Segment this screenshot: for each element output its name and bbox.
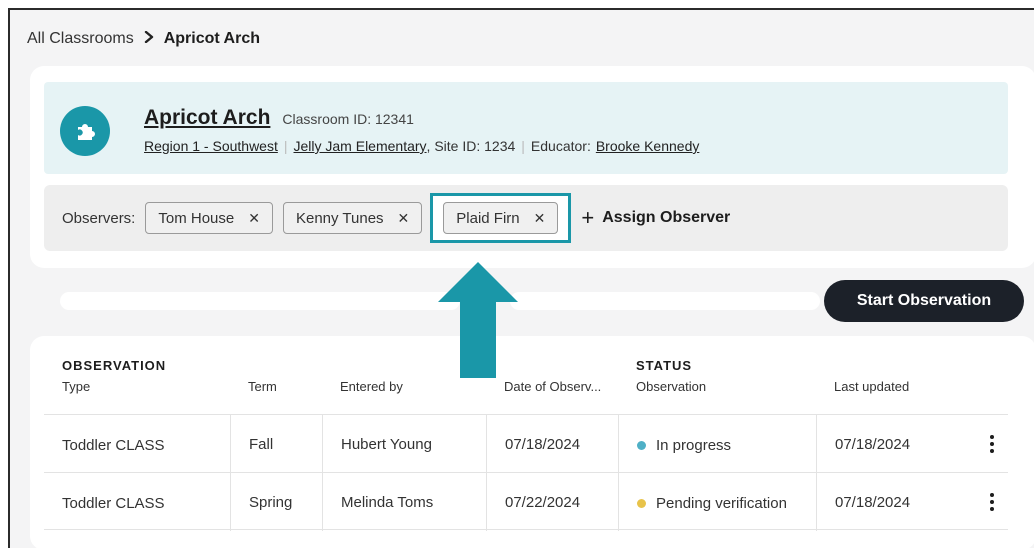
assign-observer-label: Assign Observer bbox=[602, 209, 731, 226]
cell-date: 07/18/2024 bbox=[486, 415, 618, 473]
puzzle-icon bbox=[60, 106, 110, 156]
cell-term: Fall bbox=[230, 415, 322, 473]
column-header-status[interactable]: STATUS Observation bbox=[636, 358, 706, 394]
meta-divider: | bbox=[521, 138, 525, 154]
cell-entered-by: Melinda Toms bbox=[322, 473, 486, 531]
classroom-banner: Apricot Arch Classroom ID: 12341 Region … bbox=[44, 82, 1008, 174]
placeholder-bar bbox=[510, 292, 820, 310]
cell-date: 07/22/2024 bbox=[486, 473, 618, 531]
status-dot-in-progress bbox=[637, 441, 646, 450]
close-icon[interactable]: ✕ bbox=[534, 210, 546, 227]
classroom-title-row: Apricot Arch Classroom ID: 12341 bbox=[144, 106, 414, 130]
close-icon[interactable]: ✕ bbox=[398, 210, 410, 227]
observer-chip-label: Tom House bbox=[158, 209, 235, 227]
observer-chip-label: Kenny Tunes bbox=[295, 209, 384, 227]
assign-observer-button[interactable]: + Assign Observer bbox=[581, 207, 730, 229]
observer-chip-label: Plaid Firn bbox=[456, 209, 520, 227]
arrow-up-icon bbox=[438, 262, 518, 378]
observers-label: Observers: bbox=[62, 209, 136, 227]
column-header-last-updated[interactable]: Last updated bbox=[834, 358, 909, 394]
table-row[interactable]: Toddler CLASS Fall Hubert Young 07/18/20… bbox=[44, 414, 1008, 473]
cell-entered-by: Hubert Young bbox=[322, 415, 486, 473]
educator-label: Educator: bbox=[530, 138, 591, 154]
status-dot-pending bbox=[637, 499, 646, 508]
app-frame: All Classrooms Apricot Arch Apricot Arch… bbox=[8, 8, 1034, 548]
breadcrumb-all-classrooms[interactable]: All Classrooms bbox=[27, 30, 134, 48]
educator-link[interactable]: Brooke Kennedy bbox=[596, 138, 700, 154]
plus-icon: + bbox=[581, 205, 595, 230]
group-header-observation: OBSERVATION bbox=[62, 358, 167, 373]
classroom-meta: Region 1 - Southwest | Jelly Jam Element… bbox=[144, 138, 699, 154]
cell-status: In progress bbox=[618, 415, 816, 473]
column-header-term[interactable]: Term bbox=[248, 358, 277, 394]
observer-chip: Tom House ✕ bbox=[145, 202, 273, 234]
table-body: Toddler CLASS Fall Hubert Young 07/18/20… bbox=[44, 414, 1008, 531]
classroom-card: Apricot Arch Classroom ID: 12341 Region … bbox=[30, 66, 1034, 268]
cell-last-updated: 07/18/2024 bbox=[816, 473, 976, 531]
start-observation-button[interactable]: Start Observation bbox=[824, 280, 1024, 322]
observations-table: OBSERVATION Type Term Entered by Date of… bbox=[30, 336, 1034, 548]
breadcrumb: All Classrooms Apricot Arch bbox=[27, 30, 260, 48]
school-link[interactable]: Jelly Jam Elementary bbox=[294, 138, 427, 154]
classroom-name[interactable]: Apricot Arch bbox=[144, 106, 270, 130]
cell-term: Spring bbox=[230, 473, 322, 531]
table-header: OBSERVATION Type Term Entered by Date of… bbox=[30, 358, 1034, 412]
meta-divider: | bbox=[283, 138, 288, 154]
chevron-right-icon bbox=[144, 30, 154, 48]
close-icon[interactable]: ✕ bbox=[248, 210, 260, 227]
site-id: , Site ID: 1234 bbox=[426, 138, 516, 154]
cell-status: Pending verification bbox=[618, 473, 816, 531]
more-vertical-icon[interactable] bbox=[976, 415, 1008, 473]
column-header-entered-by[interactable]: Entered by bbox=[340, 358, 403, 394]
table-row[interactable]: Toddler CLASS Spring Melinda Toms 07/22/… bbox=[44, 472, 1008, 531]
placeholder-bar bbox=[60, 292, 460, 310]
observer-chip: Plaid Firn ✕ bbox=[443, 202, 559, 234]
cell-last-updated: 07/18/2024 bbox=[816, 415, 976, 473]
breadcrumb-current: Apricot Arch bbox=[163, 30, 260, 47]
status-text: In progress bbox=[656, 437, 732, 454]
cell-type: Toddler CLASS bbox=[62, 495, 165, 512]
observer-chip: Kenny Tunes ✕ bbox=[282, 202, 423, 234]
column-header-type[interactable]: OBSERVATION Type bbox=[62, 358, 166, 394]
cell-type: Toddler CLASS bbox=[62, 437, 165, 454]
group-header-status: STATUS bbox=[636, 358, 693, 373]
region-link[interactable]: Region 1 - Southwest bbox=[144, 138, 278, 154]
highlight-box: Plaid Firn ✕ bbox=[430, 193, 572, 243]
classroom-id: Classroom ID: 12341 bbox=[282, 111, 414, 127]
column-header-date[interactable]: Date of Observ... bbox=[504, 358, 601, 394]
status-text: Pending verification bbox=[656, 495, 787, 512]
observers-bar: Observers: Tom House ✕ Kenny Tunes ✕ Pla… bbox=[44, 185, 1008, 251]
more-vertical-icon[interactable] bbox=[976, 473, 1008, 531]
